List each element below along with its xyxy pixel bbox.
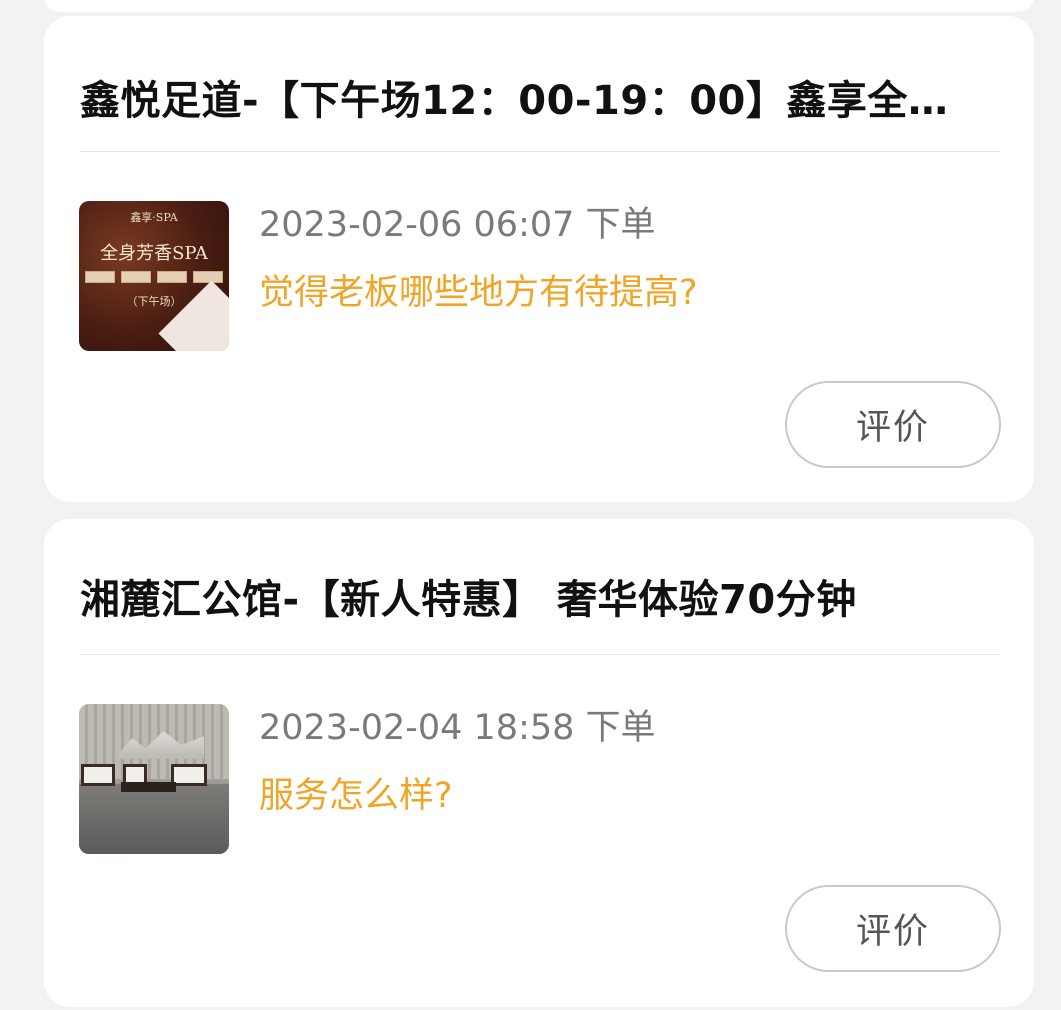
- product-thumbnail[interactable]: 鑫享·SPA 全身芳香SPA （下午场）: [79, 201, 229, 351]
- thumbnail-tag: [121, 271, 151, 283]
- thumbnail-floor: [79, 784, 229, 854]
- order-time: 2023-02-06 06:07 下单: [259, 205, 656, 245]
- previous-card-edge: [44, 0, 1034, 12]
- order-card: 鑫悦足道-【下午场12：00-19：00】鑫享全身芳香SPA 鑫享·SPA 全身…: [44, 16, 1034, 502]
- thumbnail-sofa: [81, 764, 115, 786]
- review-button[interactable]: 评价: [785, 381, 1001, 468]
- product-thumbnail[interactable]: [79, 704, 229, 854]
- thumbnail-sofa: [171, 764, 207, 786]
- order-time: 2023-02-04 18:58 下单: [259, 708, 656, 748]
- review-prompt[interactable]: 觉得老板哪些地方有待提高?: [259, 264, 698, 315]
- thumbnail-headline: 全身芳香SPA: [100, 243, 208, 264]
- thumbnail-table: [121, 782, 176, 792]
- divider: [80, 151, 1000, 152]
- order-title[interactable]: 湘麓汇公馆-【新人特惠】 奢华体验70分钟: [80, 567, 980, 625]
- thumbnail-logo-text: 鑫享·SPA: [130, 211, 178, 224]
- divider: [80, 654, 1000, 655]
- review-prompt[interactable]: 服务怎么样?: [259, 767, 453, 818]
- review-button[interactable]: 评价: [785, 885, 1001, 972]
- thumbnail-corner-decoration: [158, 280, 229, 351]
- thumbnail-tags: [85, 271, 223, 283]
- thumbnail-tag: [193, 271, 223, 283]
- thumbnail-tag: [85, 271, 115, 283]
- order-card: 湘麓汇公馆-【新人特惠】 奢华体验70分钟 2023-02-04 18:58 下…: [44, 519, 1034, 1007]
- order-title[interactable]: 鑫悦足道-【下午场12：00-19：00】鑫享全身芳香SPA: [80, 68, 980, 126]
- thumbnail-tag: [157, 271, 187, 283]
